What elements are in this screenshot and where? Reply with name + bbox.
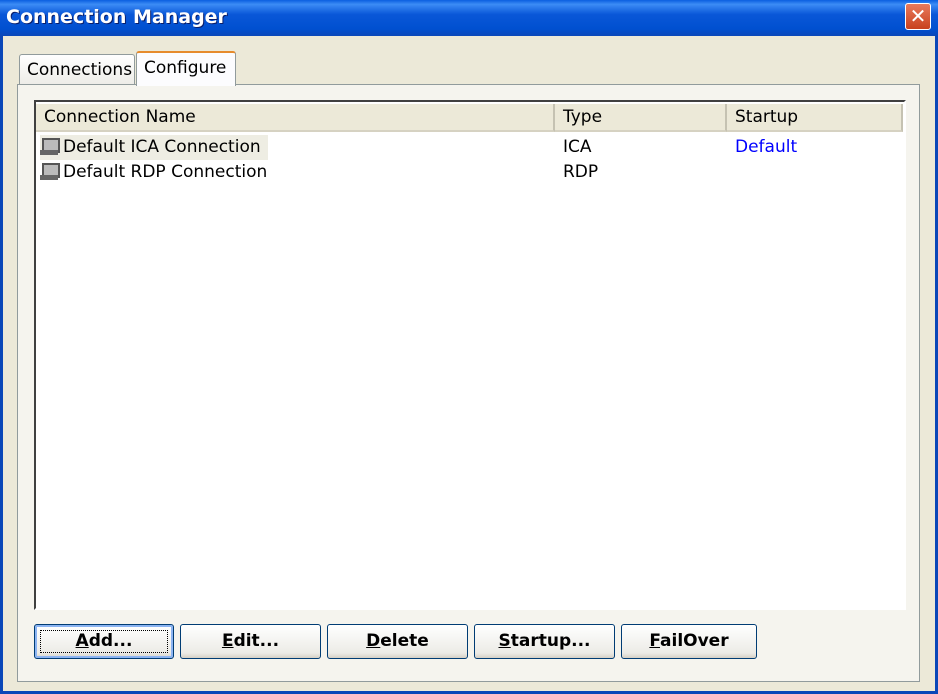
computer-icon bbox=[40, 163, 60, 181]
add-button[interactable]: Add... bbox=[34, 624, 174, 659]
connection-list[interactable]: Connection Name Type Startup Default ICA… bbox=[34, 100, 906, 610]
tab-connections[interactable]: Connections bbox=[19, 54, 135, 86]
list-item[interactable]: Default RDP Connection bbox=[40, 160, 300, 185]
connection-type: RDP bbox=[563, 162, 599, 182]
failover-button[interactable]: FailOver bbox=[621, 624, 757, 659]
close-button[interactable]: ✕ bbox=[905, 3, 931, 30]
title-bar: Connection Manager ✕ bbox=[0, 0, 938, 36]
connection-type: ICA bbox=[563, 137, 592, 157]
close-icon: ✕ bbox=[909, 4, 927, 28]
connection-name: Default RDP Connection bbox=[63, 162, 268, 182]
column-header-startup[interactable]: Startup bbox=[727, 104, 903, 132]
column-header-type[interactable]: Type bbox=[555, 104, 727, 132]
window-title: Connection Manager bbox=[6, 6, 227, 28]
tab-configure[interactable]: Configure bbox=[136, 51, 236, 86]
connection-name: Default ICA Connection bbox=[63, 137, 261, 157]
delete-button[interactable]: Delete bbox=[327, 624, 468, 659]
computer-icon bbox=[40, 138, 60, 156]
edit-button[interactable]: Edit... bbox=[180, 624, 321, 659]
list-item[interactable]: Default ICA Connection bbox=[40, 135, 268, 160]
startup-button[interactable]: Startup... bbox=[474, 624, 615, 659]
column-header-name[interactable]: Connection Name bbox=[36, 104, 555, 132]
connection-startup: Default bbox=[735, 137, 798, 157]
